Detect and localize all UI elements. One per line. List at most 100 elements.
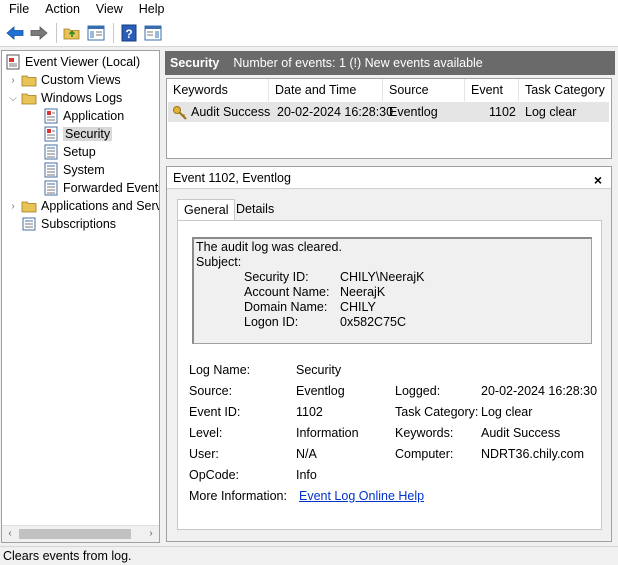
back-arrow-icon[interactable]	[4, 22, 26, 44]
chevron-down-icon[interactable]: ⌵	[7, 93, 19, 104]
folder-icon	[21, 90, 37, 106]
field-value-source: Eventlog	[296, 384, 345, 398]
tree-label: Application	[63, 109, 125, 123]
field-value-keywords: Audit Success	[481, 426, 561, 440]
forward-arrow-icon[interactable]	[28, 22, 50, 44]
event-detail-title: Event 1102, Eventlog ×	[167, 167, 611, 189]
tree-item-windows-logs[interactable]: ⌵ Windows Logs	[7, 89, 122, 107]
event-detail-panel: Event 1102, Eventlog × General Details T…	[166, 166, 612, 542]
tree-item-security[interactable]: Security	[41, 125, 113, 143]
tab-details[interactable]: Details	[230, 199, 280, 221]
field-value-event-id: 1102	[296, 405, 323, 419]
event-viewer-icon	[5, 54, 21, 70]
tree-item-forwarded-events[interactable]: Forwarded Events	[41, 179, 160, 197]
message-line: Subject:	[196, 255, 242, 269]
detail-title-text: Event 1102, Eventlog	[173, 171, 291, 185]
cell-date-time: 20-02-2024 16:28:30	[277, 105, 394, 119]
log-icon	[43, 162, 59, 178]
events-header: Security Number of events: 1 (!) New eve…	[165, 51, 615, 75]
folder-icon	[21, 198, 37, 214]
tab-general[interactable]: General	[177, 199, 236, 222]
message-line: The audit log was cleared.	[196, 240, 342, 254]
key-icon	[172, 105, 188, 121]
column-header-task-category[interactable]: Task Category	[519, 79, 611, 101]
tree-label: Custom Views	[41, 73, 121, 87]
field-label: Event ID:	[189, 405, 241, 419]
message-label: Domain Name:	[244, 300, 328, 314]
event-log-online-help-link[interactable]: Event Log Online Help	[299, 489, 424, 503]
scroll-left-icon[interactable]: ‹	[2, 526, 18, 542]
column-header-date-time[interactable]: Date and Time	[269, 79, 383, 101]
tree-label: Setup	[63, 145, 96, 159]
status-bar: Clears events from log.	[0, 546, 618, 565]
subscriptions-icon	[21, 216, 37, 232]
field-label: Computer:	[395, 447, 454, 461]
column-header-keywords[interactable]: Keywords	[167, 79, 269, 101]
field-label: OpCode:	[189, 468, 240, 482]
svg-text:?: ?	[125, 27, 132, 41]
event-message-box[interactable]: The audit log was cleared. Subject: Secu…	[192, 237, 592, 344]
menu-help[interactable]: Help	[130, 0, 172, 19]
tree-label: Event Viewer (Local)	[25, 55, 141, 69]
field-value-task-category: Log clear	[481, 405, 533, 419]
message-label: Logon ID:	[244, 315, 299, 329]
log-icon	[43, 144, 59, 160]
field-label: Log Name:	[189, 363, 251, 377]
events-table[interactable]: Keywords Date and Time Source Event ID T…	[166, 78, 612, 159]
tree-item-application[interactable]: Application	[41, 107, 124, 125]
field-value-level: Information	[296, 426, 359, 440]
cell-keywords: Audit Success	[191, 105, 271, 119]
field-label: User:	[189, 447, 219, 461]
pane-splitter[interactable]	[161, 50, 164, 543]
column-header-source[interactable]: Source	[383, 79, 465, 101]
menu-bar: File Action View Help	[0, 0, 618, 19]
tree-item-applications-and-services[interactable]: › Applications and Serv	[7, 197, 160, 215]
chevron-right-icon[interactable]: ›	[7, 75, 19, 86]
field-label: Logged:	[395, 384, 441, 398]
menu-file[interactable]: File	[0, 0, 36, 19]
up-folder-icon[interactable]	[61, 22, 83, 44]
show-hide-action-pane-icon[interactable]	[142, 22, 164, 44]
event-count-info: Number of events: 1 (!) New events avail…	[233, 56, 483, 70]
field-label: Source:	[189, 384, 233, 398]
log-icon	[43, 180, 59, 196]
scroll-right-icon[interactable]: ›	[143, 526, 159, 542]
toolbar: ?	[0, 19, 618, 47]
field-value-opcode: Info	[296, 468, 317, 482]
folder-icon	[21, 72, 37, 88]
close-icon[interactable]: ×	[594, 169, 602, 191]
field-label: More Information:	[189, 489, 287, 503]
field-label: Keywords:	[395, 426, 454, 440]
column-header-event-id[interactable]: Event ID	[465, 79, 519, 119]
message-value: CHILY	[340, 300, 376, 314]
log-title: Security	[170, 56, 220, 70]
field-value-computer: NDRT36.chily.com	[481, 447, 585, 461]
menu-view[interactable]: View	[87, 0, 130, 19]
tree-horizontal-scrollbar[interactable]: ‹ ›	[2, 525, 159, 542]
cell-source: Eventlog	[389, 105, 438, 119]
tree-label: Windows Logs	[41, 91, 123, 105]
tree-label: Forwarded Events	[63, 181, 160, 195]
cell-event-id: 1102	[489, 105, 516, 119]
message-label: Account Name:	[244, 285, 330, 299]
tree-item-subscriptions[interactable]: Subscriptions	[19, 215, 116, 233]
tree-label: Subscriptions	[41, 217, 117, 231]
message-value: CHILY\NeerajK	[340, 270, 425, 284]
tree-item-setup[interactable]: Setup	[41, 143, 96, 161]
tree-label: Applications and Serv	[41, 199, 160, 213]
toolbar-separator	[56, 22, 57, 43]
tree-item-custom-views[interactable]: › Custom Views	[7, 71, 121, 89]
field-label: Task Category:	[395, 405, 479, 419]
scrollbar-thumb[interactable]	[19, 529, 131, 539]
tree-item-event-viewer-local[interactable]: Event Viewer (Local)	[5, 53, 140, 71]
chevron-right-icon[interactable]: ›	[7, 201, 19, 212]
tree-label: Security	[63, 127, 113, 141]
help-icon[interactable]: ?	[118, 22, 140, 44]
tree-item-system[interactable]: System	[41, 161, 105, 179]
console-tree[interactable]: Event Viewer (Local) › Custom Views ⌵ Wi…	[1, 50, 160, 543]
menu-action[interactable]: Action	[36, 0, 87, 19]
log-icon	[43, 108, 59, 124]
field-value-logged: 20-02-2024 16:28:30	[481, 384, 598, 398]
toolbar-separator	[113, 22, 114, 43]
show-hide-console-tree-icon[interactable]	[85, 22, 107, 44]
